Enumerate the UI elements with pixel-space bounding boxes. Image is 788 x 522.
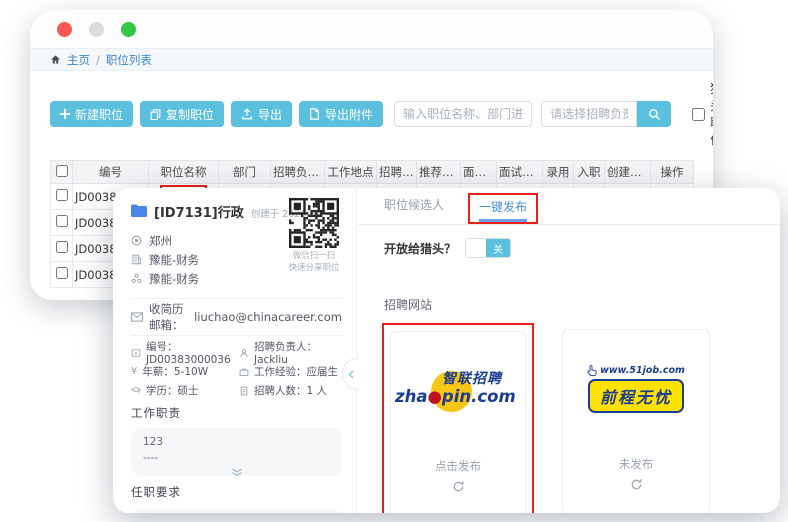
duty-content-box: 123 ---- <box>131 428 342 476</box>
publish-panel: 职位候选人 一键发布 开放给猎头？ 关 招聘网站 智联招聘 z <box>358 188 780 513</box>
person-icon <box>239 348 249 358</box>
wechat-qr-code <box>289 198 339 248</box>
resume-email-row: 收简历邮箱： liuchao@chinacareer.com <box>131 309 342 325</box>
table-header-row: 编号 职位名称 部门 招聘负责人 工作地点 招聘人... 推荐候... 面试..… <box>51 161 694 184</box>
col-created: 创建日期 <box>605 161 651 184</box>
section-req-title: 任职要求 <box>131 484 342 500</box>
search-icon <box>648 108 661 121</box>
row-checkbox[interactable] <box>56 267 68 279</box>
51job-publish-card[interactable]: www.51job.com 前程无忧 未发布 <box>562 329 710 513</box>
job-detail-modal: [ID7131]行政 创建于 2020/09 微信扫一扫 快速分享职位 郑州 豫… <box>113 188 780 513</box>
publish-site-cards: 智联招聘 zha●pin.com 点击发布 www.51job <box>382 323 780 513</box>
plus-icon <box>60 109 70 119</box>
51job-logo: www.51job.com 前程无忧 <box>587 365 685 413</box>
annotation-box: 智联招聘 zha●pin.com 点击发布 <box>382 323 534 513</box>
tag-icon <box>131 348 141 358</box>
select-all-cell <box>51 161 73 184</box>
toolbar: 新建职位 复制职位 导出 导出附件 猎头职位 <box>30 71 713 156</box>
briefcase-icon <box>239 367 249 377</box>
col-interview: 面试... <box>461 161 497 184</box>
resume-email-value: liuchao@chinacareer.com <box>194 310 342 324</box>
headhunt-toggle-label: 开放给猎头？ <box>384 240 456 257</box>
file-icon <box>309 108 320 120</box>
mail-icon <box>131 312 143 322</box>
folder-icon <box>131 204 147 217</box>
maximize-window-icon[interactable] <box>121 22 136 37</box>
team-icon <box>131 273 142 284</box>
col-action: 操作 <box>651 161 694 184</box>
copy-job-button[interactable]: 复制职位 <box>140 101 224 127</box>
req-content-box <box>131 509 342 513</box>
annotation-box: 一键发布 <box>468 193 538 224</box>
job-title: [ID7131]行政 <box>154 202 244 221</box>
zhaopin-status: 点击发布 <box>435 458 481 474</box>
col-recruit: 招聘人... <box>377 161 417 184</box>
yen-icon: ¥ <box>131 366 137 377</box>
col-hired: 录用 <box>543 161 574 184</box>
tab-candidates[interactable]: 职位候选人 <box>384 196 444 224</box>
row-checkbox[interactable] <box>56 189 68 201</box>
breadcrumb-home-link[interactable]: 主页 <box>67 52 90 68</box>
toggle-state-label: 关 <box>486 239 510 257</box>
search-button[interactable] <box>637 101 671 127</box>
col-dept: 部门 <box>219 161 271 184</box>
building-icon <box>131 254 142 265</box>
headhunt-toggle-row: 开放给猎头？ 关 <box>384 238 780 258</box>
51job-status: 未发布 <box>619 456 654 472</box>
export-icon <box>241 108 253 120</box>
refresh-icon[interactable] <box>630 478 643 491</box>
col-recommend: 推荐候... <box>417 161 461 184</box>
zhaopin-publish-card[interactable]: 智联招聘 zha●pin.com 点击发布 <box>390 331 526 513</box>
col-location: 工作地点 <box>325 161 377 184</box>
col-interview-out: 面试淘汰 <box>497 161 543 184</box>
headhunt-checkbox[interactable] <box>692 108 705 121</box>
breadcrumb: 主页 / 职位列表 <box>30 48 713 71</box>
location-icon <box>131 235 142 246</box>
row-checkbox[interactable] <box>56 241 68 253</box>
close-window-icon[interactable] <box>57 22 72 37</box>
window-titlebar <box>30 10 713 48</box>
graduation-cap-icon <box>131 386 141 396</box>
copy-icon <box>150 109 161 120</box>
export-button[interactable]: 导出 <box>231 101 292 127</box>
modal-tabbar: 职位候选人 一键发布 <box>358 188 780 225</box>
section-duty-title: 工作职责 <box>131 405 342 421</box>
job-summary-panel: [ID7131]行政 创建于 2020/09 微信扫一扫 快速分享职位 郑州 豫… <box>113 188 357 513</box>
expand-chevron-icon[interactable] <box>143 468 330 477</box>
headhunt-checkbox-label: 猎头职位 <box>710 80 713 148</box>
col-owner: 招聘负责人 <box>271 161 325 184</box>
qr-caption: 微信扫一扫 快速分享职位 <box>279 250 349 275</box>
breadcrumb-current-link[interactable]: 职位列表 <box>106 52 152 68</box>
hand-icon <box>587 365 597 376</box>
search-input[interactable] <box>394 101 532 127</box>
col-name: 职位名称 <box>149 161 219 184</box>
export-attachments-button[interactable]: 导出附件 <box>299 101 383 127</box>
tab-one-click-publish[interactable]: 一键发布 <box>479 198 527 222</box>
row-checkbox[interactable] <box>56 215 68 227</box>
sites-section-title: 招聘网站 <box>384 296 780 313</box>
new-job-button[interactable]: 新建职位 <box>50 101 133 127</box>
headhunt-toggle-switch[interactable]: 关 <box>465 238 511 258</box>
col-onboard: 入职 <box>574 161 605 184</box>
col-id: 编号 <box>73 161 149 184</box>
minimize-window-icon[interactable] <box>89 22 104 37</box>
toggle-handle <box>466 239 486 257</box>
chevron-left-icon <box>348 370 354 379</box>
job-detail-grid: 编号：JD00383000036 招聘负责人：Jackliu ¥年薪：5-10W… <box>131 346 342 397</box>
zhaopin-red-dot: ● <box>427 387 441 406</box>
resume-email-label: 收简历邮箱： <box>149 301 188 333</box>
document-icon <box>239 386 249 396</box>
headhunt-filter: 猎头职位 <box>692 80 713 148</box>
breadcrumb-separator: / <box>96 53 100 67</box>
select-all-checkbox[interactable] <box>56 165 68 177</box>
zhaopin-logo: 智联招聘 zha●pin.com <box>395 368 521 414</box>
refresh-icon[interactable] <box>452 480 465 493</box>
recruiter-select[interactable] <box>541 101 637 127</box>
home-icon <box>50 54 61 65</box>
